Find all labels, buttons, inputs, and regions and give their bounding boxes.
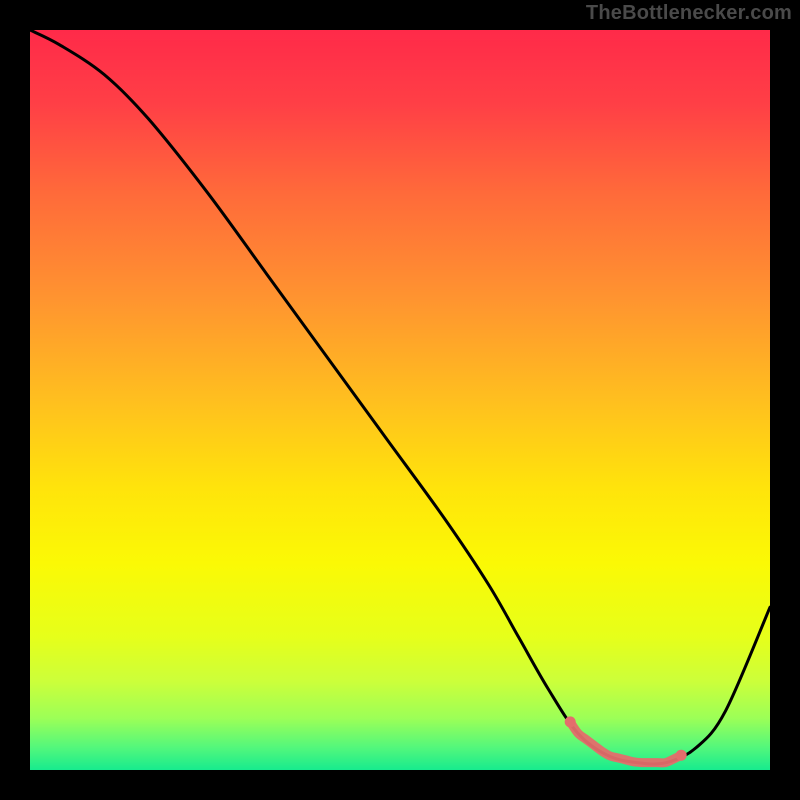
watermark-text: TheBottlenecker.com — [586, 2, 792, 25]
plot-area — [30, 30, 770, 770]
highlight-endpoint — [676, 750, 687, 761]
chart-container: TheBottlenecker.com — [0, 0, 800, 800]
highlight-endpoint — [565, 716, 576, 727]
gradient-background — [30, 30, 770, 770]
chart-svg — [30, 30, 770, 770]
